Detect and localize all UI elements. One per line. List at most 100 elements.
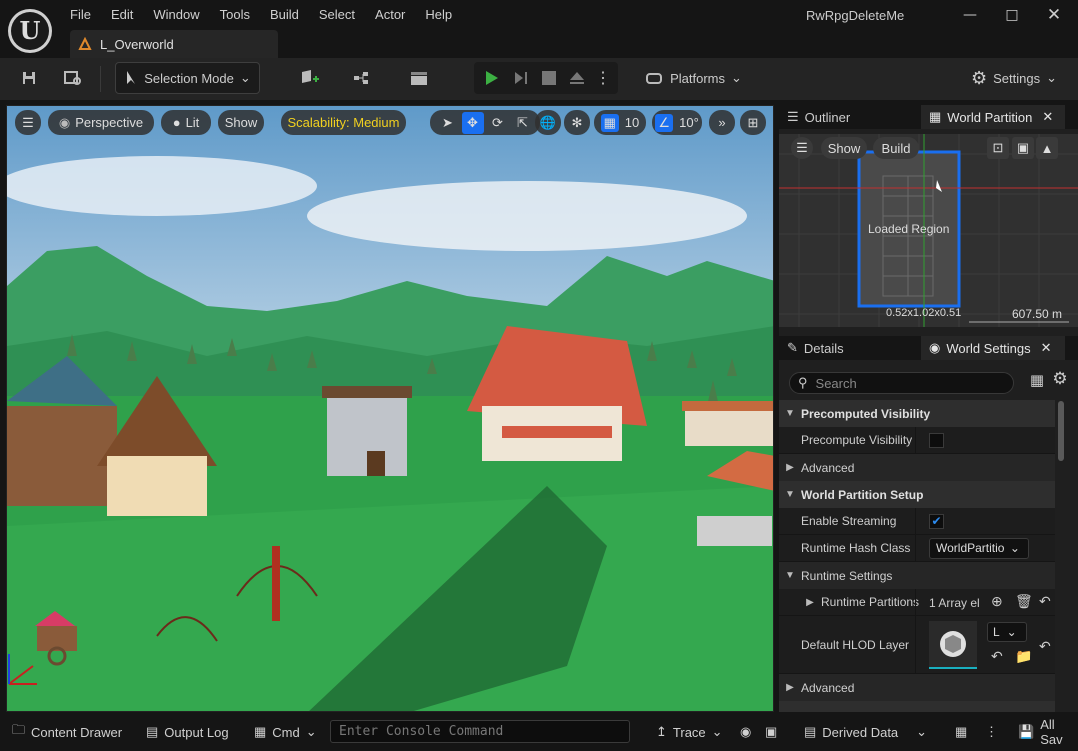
platforms-label: Platforms bbox=[670, 70, 725, 86]
focus-world-icon[interactable]: ▲ bbox=[1036, 137, 1058, 159]
console-input[interactable]: Enter Console Command bbox=[330, 720, 630, 743]
scale-tool-icon[interactable]: ⇱ bbox=[512, 112, 534, 134]
minimize-button[interactable]: — bbox=[950, 4, 990, 26]
stop-icon[interactable] bbox=[538, 62, 560, 94]
details-search-input[interactable]: ⚲ Search bbox=[789, 372, 1014, 394]
close-tab-icon[interactable]: ✕ bbox=[1042, 109, 1053, 125]
source-control-icon[interactable]: ▦ bbox=[955, 720, 967, 744]
more-tools-icon[interactable]: » bbox=[709, 110, 735, 135]
trace-dropdown[interactable]: ↥ Trace ⌄ bbox=[656, 720, 723, 744]
grid-snap-toggle[interactable]: ▦ 10 bbox=[594, 110, 646, 135]
scalability-warning[interactable]: Scalability: Medium bbox=[281, 110, 406, 135]
tab-world-settings[interactable]: ◉ World Settings ✕ bbox=[921, 336, 1065, 360]
tab-world-partition-label: World Partition bbox=[947, 109, 1033, 125]
selection-mode-dropdown[interactable]: Selection Mode ⌄ bbox=[115, 62, 260, 94]
level-viewport[interactable]: ☰ ◉ Perspective ● Lit Show Scalability: … bbox=[6, 105, 774, 712]
translate-tool-icon[interactable]: ✥ bbox=[461, 111, 484, 134]
derived-data-dropdown[interactable]: ▤ Derived Data ⌄ bbox=[804, 720, 927, 744]
eject-icon[interactable] bbox=[566, 62, 588, 94]
collapse-arrow-icon: ▼ bbox=[785, 408, 795, 419]
hlod-layer-dropdown[interactable]: L ⌄ bbox=[987, 622, 1027, 642]
perspective-button[interactable]: ◉ Perspective bbox=[48, 110, 154, 135]
table-view-icon[interactable]: ▦ bbox=[1026, 371, 1048, 395]
delete-icon[interactable]: 🗑 bbox=[1015, 593, 1033, 610]
content-drawer-button[interactable]: 🗀 Content Drawer bbox=[12, 720, 122, 744]
expand-arrow-icon[interactable]: ▶ bbox=[799, 597, 821, 608]
row-advanced-2[interactable]: ▶ Advanced bbox=[779, 674, 1055, 701]
tab-details[interactable]: ✎ Details bbox=[779, 336, 921, 360]
menu-select[interactable]: Select bbox=[309, 4, 365, 26]
more-options-icon[interactable]: ⋮ bbox=[985, 720, 998, 744]
hlod-thumbnail[interactable] bbox=[929, 621, 977, 669]
more-options-icon[interactable]: ⋮ bbox=[594, 62, 612, 94]
trace-icon: ↥ bbox=[656, 724, 667, 739]
property-label: Default HLOD Layer bbox=[801, 637, 910, 652]
row-runtime-hash-class: Runtime Hash Class WorldPartitio ⌄ bbox=[779, 535, 1055, 562]
details-scrollbar[interactable] bbox=[1058, 401, 1064, 461]
world-partition-icon: ▦ bbox=[929, 109, 942, 124]
viewport-layout-icon[interactable]: ⊞ bbox=[740, 110, 766, 135]
record-icon[interactable]: ◉ bbox=[740, 720, 751, 744]
show-label: Show bbox=[224, 115, 258, 130]
surface-snap-icon[interactable]: ✻ bbox=[564, 110, 590, 135]
runtime-hash-dropdown[interactable]: WorldPartitio ⌄ bbox=[929, 538, 1029, 559]
world-space-icon[interactable]: 🌐 bbox=[535, 110, 561, 135]
world-partition-map[interactable]: Loaded Region 0.52x1.02x0.51 607.50 m ☰ … bbox=[779, 134, 1078, 327]
chevron-down-icon: ⌄ bbox=[1009, 541, 1020, 555]
browse-content-icon[interactable] bbox=[60, 62, 86, 94]
precompute-visibility-checkbox[interactable] bbox=[929, 433, 944, 448]
browse-asset-icon[interactable]: 📁 bbox=[1015, 648, 1032, 665]
show-button[interactable]: Show bbox=[218, 110, 264, 135]
tab-world-partition[interactable]: ▦ World Partition ✕ bbox=[921, 105, 1065, 129]
rotate-tool-icon[interactable]: ⟳ bbox=[487, 112, 509, 134]
tab-outliner[interactable]: ☰ Outliner bbox=[779, 105, 921, 129]
reset-icon[interactable]: ↶ bbox=[1039, 593, 1051, 610]
advanced-label: Advanced bbox=[801, 680, 855, 695]
lit-button[interactable]: ● Lit bbox=[161, 110, 211, 135]
menu-edit[interactable]: Edit bbox=[101, 4, 143, 26]
clapperboard-icon bbox=[411, 72, 427, 85]
platforms-dropdown[interactable]: Platforms ⌄ bbox=[644, 62, 744, 94]
focus-region-icon[interactable]: ▣ bbox=[1012, 137, 1034, 159]
cmd-dropdown[interactable]: ▦ Cmd ⌄ bbox=[254, 720, 317, 744]
cinematics-button[interactable] bbox=[400, 62, 440, 94]
row-runtime-settings[interactable]: ▼ Runtime Settings bbox=[779, 562, 1055, 589]
terminal-icon: ▦ bbox=[254, 724, 267, 739]
save-icon[interactable] bbox=[16, 62, 42, 94]
menu-actor[interactable]: Actor bbox=[365, 4, 415, 26]
camera-icon[interactable]: ▣ bbox=[765, 720, 777, 744]
add-element-icon[interactable]: ⊕ bbox=[991, 593, 1003, 610]
use-selected-icon[interactable]: ↶ bbox=[991, 648, 1003, 665]
map-options-button[interactable]: ☰ bbox=[791, 137, 813, 159]
category-world-partition-setup[interactable]: ▼ World Partition Setup bbox=[779, 481, 1055, 508]
all-saved-button[interactable]: 💾 All Sav bbox=[1018, 717, 1078, 747]
close-button[interactable]: ✕ bbox=[1034, 4, 1074, 26]
level-tab[interactable]: L_Overworld bbox=[70, 30, 278, 58]
maximize-button[interactable]: □ bbox=[992, 4, 1032, 26]
viewport-options-button[interactable]: ☰ bbox=[15, 110, 41, 135]
reset-icon[interactable]: ↶ bbox=[1039, 638, 1051, 655]
close-tab-icon[interactable]: ✕ bbox=[1041, 340, 1052, 356]
menu-build[interactable]: Build bbox=[260, 4, 309, 26]
map-show-button[interactable]: Show bbox=[821, 137, 867, 159]
chevron-down-icon: ⌄ bbox=[239, 70, 251, 85]
select-tool-icon[interactable]: ➤ bbox=[437, 112, 459, 134]
output-log-button[interactable]: ▤ Output Log bbox=[146, 720, 229, 744]
blueprint-button[interactable] bbox=[345, 62, 385, 94]
rotation-snap-toggle[interactable]: ∠ 10° bbox=[652, 110, 702, 135]
category-precomputed-visibility[interactable]: ▼ Precomputed Visibility bbox=[779, 400, 1055, 427]
menu-help[interactable]: Help bbox=[415, 4, 462, 26]
row-advanced[interactable]: ▶ Advanced bbox=[779, 454, 1055, 481]
menu-tools[interactable]: Tools bbox=[210, 4, 260, 26]
runtime-settings-label: Runtime Settings bbox=[801, 568, 893, 583]
gear-icon[interactable]: ⚙ bbox=[1049, 369, 1071, 393]
map-build-button[interactable]: Build bbox=[873, 137, 919, 159]
enable-streaming-checkbox[interactable]: ✔ bbox=[929, 514, 944, 529]
add-actor-button[interactable] bbox=[290, 62, 330, 94]
menu-window[interactable]: Window bbox=[143, 4, 209, 26]
step-icon[interactable] bbox=[510, 62, 532, 94]
play-icon[interactable] bbox=[480, 62, 502, 94]
settings-dropdown[interactable]: ⚙ Settings ⌄ bbox=[966, 62, 1062, 94]
focus-selection-icon[interactable]: ⊡ bbox=[987, 137, 1009, 159]
menu-file[interactable]: File bbox=[60, 4, 101, 26]
